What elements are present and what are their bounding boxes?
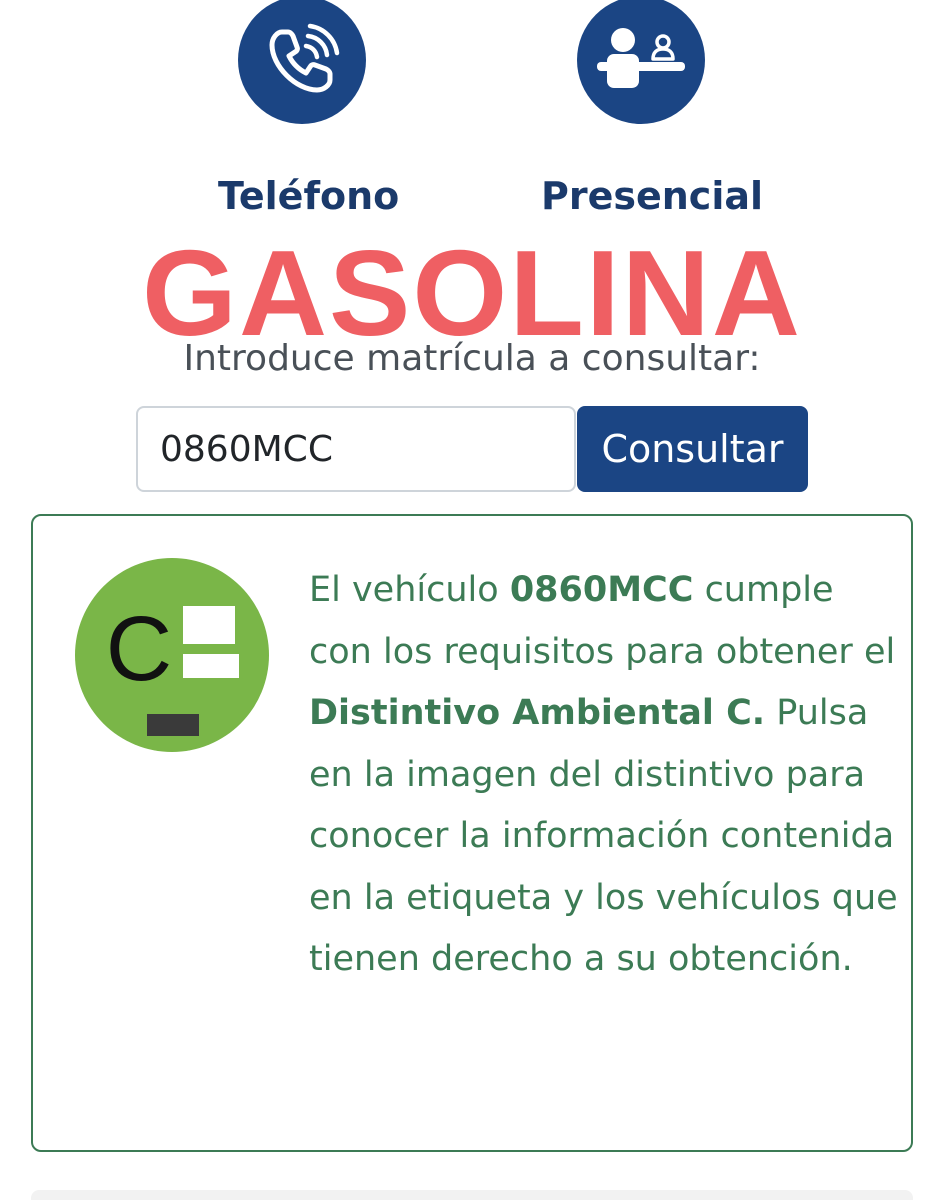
phone-contact-label[interactable]: Teléfono [218,172,399,220]
result-message: El vehículo 0860MCC cumple con los requi… [309,560,901,991]
badge-letter: C [106,598,172,700]
phone-icon [269,23,340,93]
phone-contact-button[interactable] [238,0,366,124]
in-person-contact-label[interactable]: Presencial [541,172,763,220]
result-text-intro: El vehículo [309,570,510,610]
plate-input[interactable] [136,406,576,492]
next-section-edge [31,1190,913,1200]
page: Teléfono Presencial GASOLINA Introduce m… [0,0,944,1200]
result-label-name: Distintivo Ambiental C. [309,693,766,733]
distintivo-ambiental-c-icon[interactable]: C [75,558,269,752]
overlay-caption: GASOLINA [142,225,802,361]
reception-desk-icon [597,28,685,88]
consultar-button[interactable]: Consultar [577,406,808,492]
result-panel: C El vehículo 0860MCC cumple con los req… [31,514,913,1152]
in-person-contact-button[interactable] [577,0,705,124]
result-plate: 0860MCC [509,570,694,610]
result-text-end: Pulsa en la imagen del distintivo para c… [309,693,898,979]
